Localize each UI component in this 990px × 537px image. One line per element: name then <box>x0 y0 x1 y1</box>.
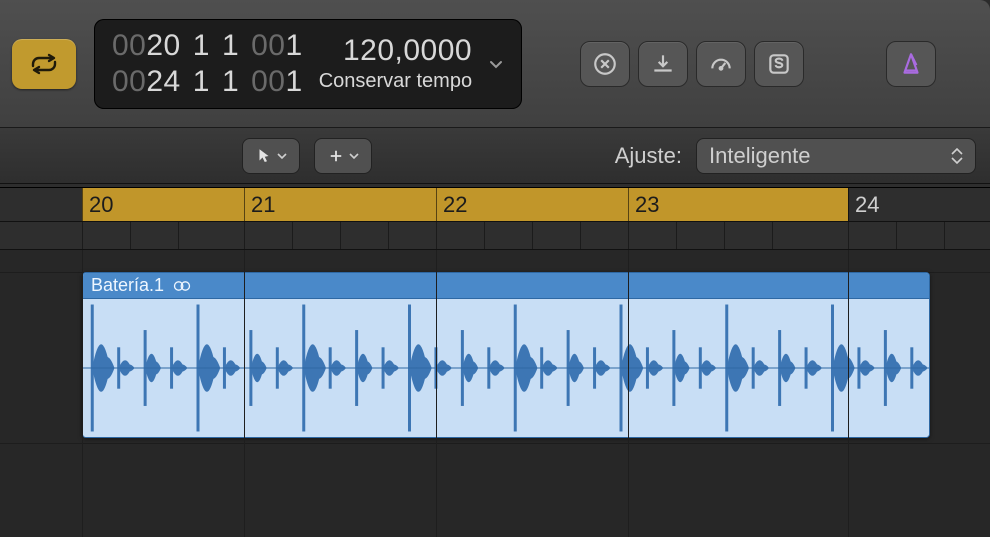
tempo-mode[interactable]: Conservar tempo <box>319 70 472 93</box>
tracks-header-bar: Ajuste: Inteligente <box>0 128 990 184</box>
stepper-icon <box>951 148 963 164</box>
stereo-icon <box>172 279 192 293</box>
metronome-button[interactable] <box>886 41 936 87</box>
chevron-down-icon <box>349 151 359 161</box>
circle-x-icon <box>592 51 618 77</box>
toolbar-button-group <box>576 37 808 91</box>
lcd-position-start[interactable]: 0020 1 1 001 <box>112 29 303 63</box>
ruler-bar-23[interactable]: 23 <box>628 188 659 221</box>
snap-label: Ajuste: <box>615 143 682 169</box>
cycle-button[interactable] <box>12 39 76 89</box>
delete-button[interactable] <box>580 41 630 87</box>
control-bar: 0020 1 1 001 0024 1 1 001 120,0000 Conse… <box>0 0 990 128</box>
solo-s-icon <box>766 51 792 77</box>
metronome-icon <box>898 51 924 77</box>
snap-select[interactable]: Inteligente <box>696 138 976 174</box>
region-header[interactable]: Batería.1 <box>83 273 929 299</box>
plus-icon <box>327 147 345 165</box>
lcd-position-end[interactable]: 0024 1 1 001 <box>112 65 303 99</box>
chevron-down-icon <box>277 151 287 161</box>
solo-button[interactable] <box>754 41 804 87</box>
ruler[interactable]: 20 21 22 23 24 <box>0 184 990 250</box>
tracks-area[interactable]: Batería.1 <box>0 250 990 537</box>
pointer-icon <box>255 147 273 165</box>
download-tray-icon <box>650 51 676 77</box>
snap-value: Inteligente <box>709 143 811 169</box>
lcd-display[interactable]: 0020 1 1 001 0024 1 1 001 120,0000 Conse… <box>94 19 522 109</box>
lcd-menu-chevron[interactable] <box>484 56 508 72</box>
audio-region[interactable]: Batería.1 <box>82 272 930 438</box>
import-button[interactable] <box>638 41 688 87</box>
add-tool-select[interactable] <box>314 138 372 174</box>
ruler-bar-22[interactable]: 22 <box>436 188 467 221</box>
speed-button[interactable] <box>696 41 746 87</box>
chevron-down-icon <box>488 56 504 72</box>
gauge-icon <box>708 51 734 77</box>
ruler-bar-24[interactable]: 24 <box>848 188 879 221</box>
region-name: Batería.1 <box>91 275 164 296</box>
ruler-bar-20[interactable]: 20 <box>82 188 113 221</box>
pointer-tool-select[interactable] <box>242 138 300 174</box>
ruler-bar-21[interactable]: 21 <box>244 188 275 221</box>
waveform <box>83 299 929 437</box>
tempo-value[interactable]: 120,0000 <box>343 34 472 68</box>
cycle-icon <box>27 52 61 76</box>
